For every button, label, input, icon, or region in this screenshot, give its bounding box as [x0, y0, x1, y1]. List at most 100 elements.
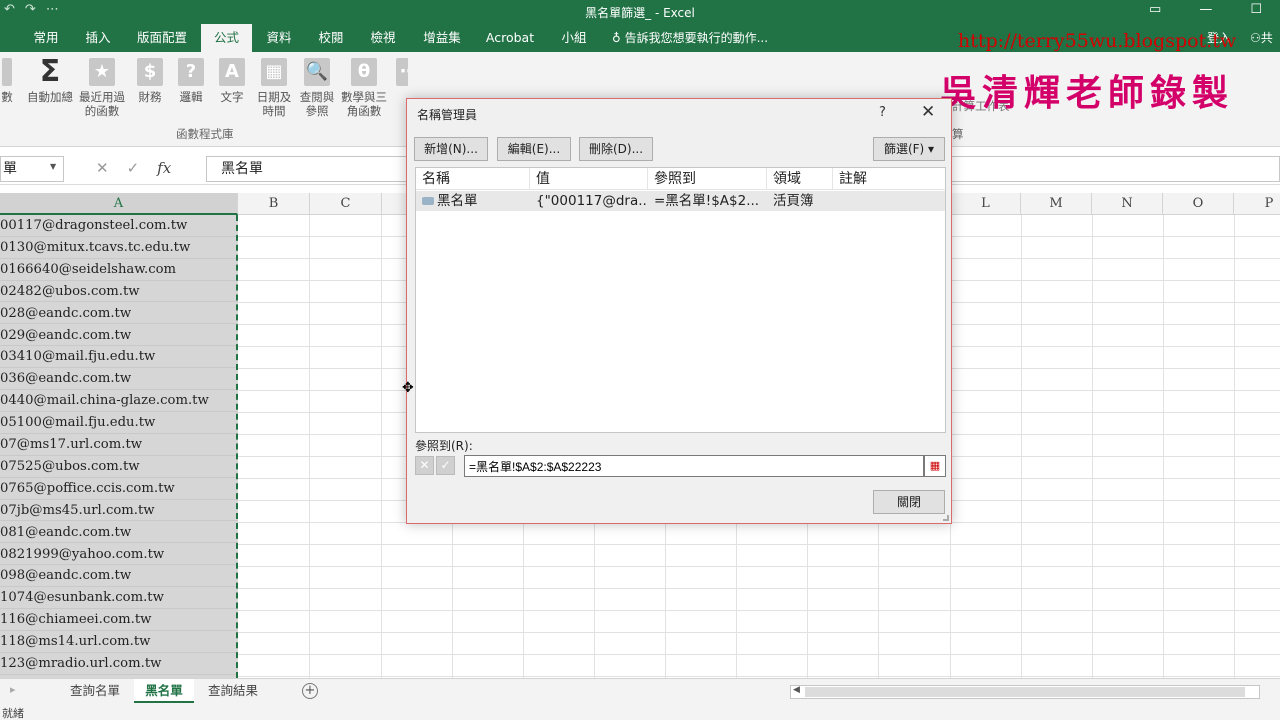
- logical-button[interactable]: ? 邏輯: [177, 58, 205, 104]
- close-icon[interactable]: ✕: [921, 102, 935, 122]
- refers-to-input[interactable]: [464, 455, 924, 477]
- cell-a[interactable]: 0440@mail.china-glaze.com.tw: [0, 390, 238, 412]
- tab-acrobat[interactable]: Acrobat: [478, 24, 542, 52]
- cell-a[interactable]: 02482@ubos.com.tw: [0, 281, 238, 303]
- cell-a[interactable]: 0130@mitux.tcavs.tc.edu.tw: [0, 237, 238, 259]
- header-refers-to[interactable]: 參照到: [648, 168, 767, 190]
- new-name-button[interactable]: 新增(N)...: [414, 137, 488, 161]
- tab-insert[interactable]: 插入: [74, 24, 122, 52]
- star-icon: ★: [89, 58, 115, 86]
- names-list[interactable]: 名稱 值 參照到 領域 註解 黑名單 {"000117@dra... =黑名單!…: [415, 167, 946, 433]
- sheet-tab-query-list[interactable]: 查詢名單: [60, 679, 130, 703]
- tab-data[interactable]: 資料: [256, 24, 302, 52]
- header-name[interactable]: 名稱: [416, 168, 530, 190]
- cell-a[interactable]: 098@eandc.com.tw: [0, 565, 238, 588]
- sheet-tab-blacklist[interactable]: 黑名單: [134, 679, 194, 703]
- math-trig-button[interactable]: θ 數學與三角函數: [338, 58, 390, 118]
- tab-formulas[interactable]: 公式: [201, 24, 252, 52]
- cancel-ref-icon[interactable]: ✕: [415, 456, 434, 475]
- filter-button[interactable]: 篩選(F) ▾: [873, 137, 945, 161]
- scroll-sheets-icon[interactable]: ▸: [10, 683, 16, 696]
- cell-a[interactable]: 036@eandc.com.tw: [0, 368, 238, 391]
- theta-icon: θ: [351, 58, 377, 86]
- column-header-l[interactable]: L: [950, 193, 1021, 215]
- name-row[interactable]: 黑名單 {"000117@dra... =黑名單!$A$2... 活頁簿: [416, 191, 945, 211]
- header-comment[interactable]: 註解: [833, 168, 946, 190]
- name-manager-dialog: 名稱管理員 ? ✕ 新增(N)... 編輯(E)... 刪除(D)... 篩選(…: [406, 98, 952, 524]
- cell-a[interactable]: 07525@ubos.com.tw: [0, 456, 238, 478]
- column-header-b[interactable]: B: [238, 193, 310, 215]
- cell-a[interactable]: 028@eandc.com.tw: [0, 303, 238, 325]
- autosum-button[interactable]: Σ 自動加總: [24, 57, 76, 105]
- cell-a[interactable]: 081@eandc.com.tw: [0, 522, 238, 544]
- cell-a[interactable]: 0821999@yahoo.com.tw: [0, 544, 238, 566]
- close-dialog-button[interactable]: 關閉: [873, 490, 945, 514]
- cell-a[interactable]: 1074@esunbank.com.tw: [0, 587, 238, 610]
- financial-button[interactable]: $ 財務: [136, 58, 164, 104]
- cell-a[interactable]: 07jb@ms45.url.com.tw: [0, 500, 238, 522]
- watermark-url: http://terry55wu.blogspot.tw: [958, 30, 1237, 52]
- help-icon[interactable]: ?: [879, 105, 886, 120]
- collapse-dialog-icon[interactable]: ▦: [924, 455, 946, 477]
- status-text: 就緒: [2, 707, 24, 720]
- date-time-button[interactable]: ▦ 日期及時間: [256, 58, 292, 118]
- cell-a[interactable]: 029@eandc.com.tw: [0, 325, 238, 347]
- cell-a[interactable]: 0166640@seidelshaw.com: [0, 259, 238, 281]
- cell-a[interactable]: 03410@mail.fju.edu.tw: [0, 346, 238, 369]
- ribbon-display-icon[interactable]: ▭: [1149, 2, 1161, 17]
- column-header-p[interactable]: P: [1234, 193, 1280, 215]
- lookup-reference-button[interactable]: 🔍 查閱與參照: [298, 58, 336, 118]
- window-controls: ▭ — ☐: [1149, 2, 1262, 17]
- column-header-m[interactable]: M: [1021, 193, 1092, 215]
- cell-a[interactable]: 00117@dragonsteel.com.tw: [0, 215, 238, 237]
- share-button[interactable]: ⚇共: [1250, 24, 1273, 52]
- copy-marquee: [236, 215, 238, 678]
- group-label-calc: 算: [952, 127, 964, 141]
- delete-name-button[interactable]: 刪除(D)...: [579, 137, 653, 161]
- edit-name-button[interactable]: 編輯(E)...: [497, 137, 571, 161]
- tab-addins[interactable]: 增益集: [414, 24, 470, 52]
- cancel-entry-icon[interactable]: ✕: [96, 159, 109, 177]
- scroll-left-icon[interactable]: ◀: [793, 685, 800, 695]
- row-value-cell: {"000117@dra...: [536, 193, 648, 209]
- more-functions-button[interactable]: ⋯: [396, 58, 408, 90]
- watermark-author: 吳清輝老師錄製: [940, 72, 1235, 114]
- maximize-icon[interactable]: ☐: [1250, 2, 1262, 17]
- tab-team[interactable]: 小組: [554, 24, 594, 52]
- horizontal-scrollbar[interactable]: ◀: [790, 685, 1260, 699]
- sheet-tab-query-results[interactable]: 查詢結果: [198, 679, 268, 703]
- refers-to-label: 參照到(R):: [415, 439, 473, 453]
- name-box-dropdown-icon[interactable]: ▼: [50, 162, 56, 171]
- cell-a[interactable]: 07@ms17.url.com.tw: [0, 434, 238, 456]
- recent-functions-button[interactable]: ★ 最近用過的函數: [78, 58, 126, 118]
- header-scope[interactable]: 領域: [767, 168, 833, 190]
- cell-a[interactable]: 123@mradio.url.com.tw: [0, 653, 238, 675]
- column-header-c[interactable]: C: [310, 193, 382, 215]
- cell-a[interactable]: 116@chiameei.com.tw: [0, 609, 238, 631]
- ellipsis-icon: ⋯: [396, 58, 408, 86]
- column-header-a[interactable]: A: [0, 193, 238, 215]
- header-value[interactable]: 值: [530, 168, 648, 190]
- question-icon: ?: [178, 58, 204, 86]
- names-list-header: 名稱 值 參照到 領域 註解: [416, 168, 945, 190]
- text-a-icon: A: [219, 58, 245, 86]
- add-sheet-icon[interactable]: +: [302, 683, 318, 699]
- scrollbar-thumb[interactable]: [805, 687, 1245, 697]
- confirm-entry-icon[interactable]: ✓: [127, 159, 140, 177]
- minimize-icon[interactable]: —: [1199, 2, 1212, 17]
- confirm-ref-icon[interactable]: ✓: [436, 456, 455, 475]
- insert-function-button[interactable]: 數: [0, 58, 14, 104]
- column-header-n[interactable]: N: [1092, 193, 1163, 215]
- cell-a[interactable]: 05100@mail.fju.edu.tw: [0, 412, 238, 434]
- cell-a[interactable]: 118@ms14.url.com.tw: [0, 631, 238, 653]
- tab-view[interactable]: 檢視: [360, 24, 406, 52]
- tell-me-box[interactable]: ♁ 告訴我您想要執行的動作...: [612, 24, 768, 52]
- cell-a[interactable]: 0765@poffice.ccis.com.tw: [0, 478, 238, 500]
- column-header-o[interactable]: O: [1163, 193, 1234, 215]
- tab-home[interactable]: 常用: [22, 24, 70, 52]
- insert-function-fx-icon[interactable]: fx: [157, 159, 171, 177]
- tab-review[interactable]: 校閱: [308, 24, 354, 52]
- tab-page-layout[interactable]: 版面配置: [128, 24, 196, 52]
- resize-grip-icon[interactable]: [943, 515, 949, 521]
- text-button[interactable]: A 文字: [218, 58, 246, 104]
